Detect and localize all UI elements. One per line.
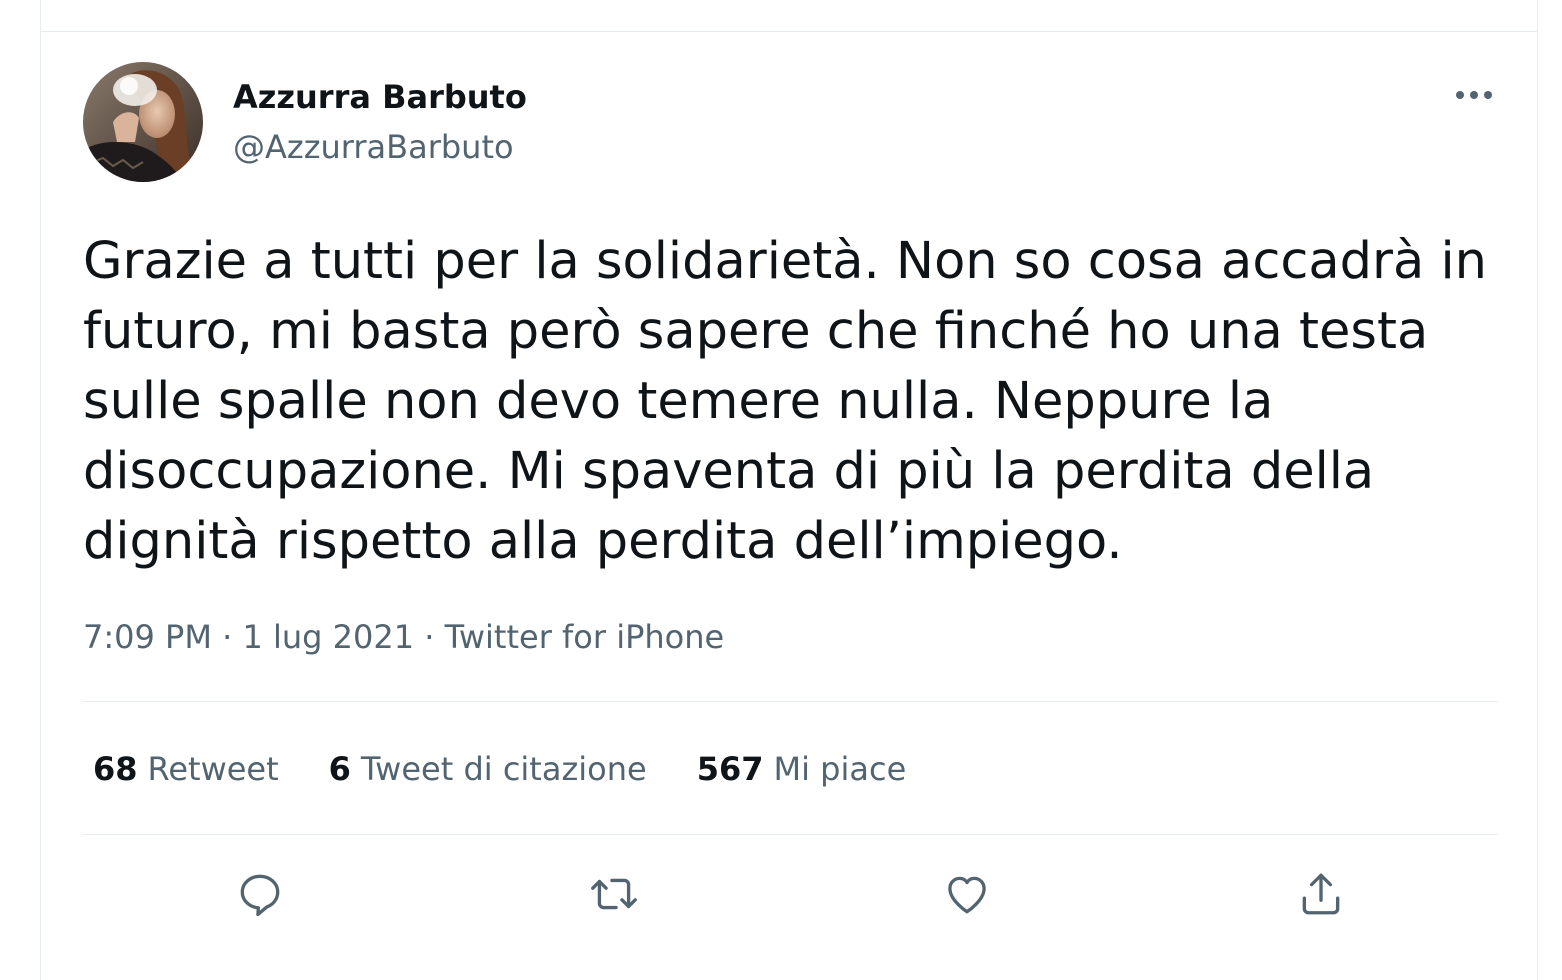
divider (83, 834, 1498, 835)
tweet-source[interactable]: Twitter for iPhone (445, 618, 725, 656)
tweet-text-line: Grazie a tutti per la solidarietà. Non s… (83, 232, 1487, 291)
retweets-stat[interactable]: 68 Retweet (93, 750, 279, 788)
retweets-count: 68 (93, 750, 138, 788)
tweet-text-line: dignità rispetto alla perdita dell’impie… (83, 512, 1123, 571)
tweet-text-line: disoccupazione. Mi spaventa di più la pe… (83, 442, 1375, 501)
likes-label: Mi piace (773, 750, 907, 788)
meta-separator: · (222, 618, 243, 656)
tweet-time[interactable]: 7:09 PM (83, 618, 212, 656)
tweet-text: Grazie a tutti per la solidarietà. Non s… (83, 227, 1493, 577)
divider (83, 701, 1498, 702)
like-icon (948, 876, 986, 914)
retweets-label: Retweet (147, 750, 279, 788)
meta-separator: · (424, 618, 445, 656)
reply-button[interactable] (232, 866, 288, 922)
more-icon (1456, 91, 1492, 99)
likes-stat[interactable]: 567 Mi piace (697, 750, 907, 788)
retweet-button[interactable] (586, 866, 642, 922)
tweet-text-line: futuro, mi basta però sapere che finché … (83, 302, 1429, 361)
avatar-image (83, 62, 203, 182)
share-icon (1302, 873, 1340, 915)
top-divider (40, 31, 1538, 32)
tweet-text-line: sulle spalle non devo temere nulla. Nepp… (83, 372, 1274, 431)
retweet-icon (591, 878, 637, 910)
quotes-count: 6 (328, 750, 351, 788)
avatar[interactable] (83, 62, 203, 182)
tweet-date[interactable]: 1 lug 2021 (242, 618, 414, 656)
more-options-button[interactable] (1448, 78, 1500, 112)
share-button[interactable] (1293, 866, 1349, 922)
tweet-metadata: 7:09 PM · 1 lug 2021 · Twitter for iPhon… (83, 618, 724, 656)
author-handle[interactable]: @AzzurraBarbuto (233, 128, 514, 166)
reply-icon (240, 874, 280, 917)
likes-count: 567 (696, 750, 764, 788)
author-name[interactable]: Azzurra Barbuto (233, 78, 527, 116)
like-button[interactable] (939, 866, 995, 922)
quotes-stat[interactable]: 6 Tweet di citazione (329, 750, 647, 788)
quotes-label: Tweet di citazione (360, 750, 647, 788)
tweet-stats: 68 Retweet 6 Tweet di citazione 567 Mi piac… (93, 750, 956, 788)
